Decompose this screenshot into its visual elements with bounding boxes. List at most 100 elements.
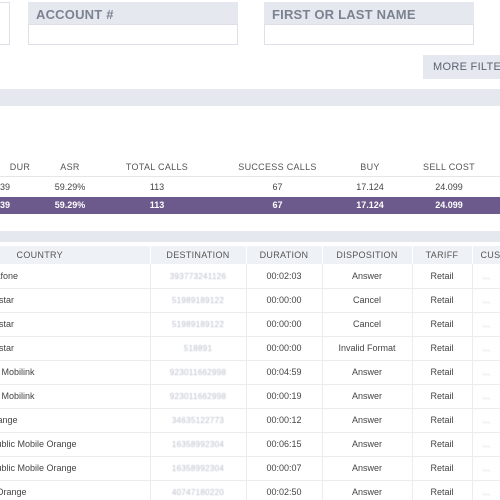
summary-header-success-calls: SUCCESS CALLS — [238, 162, 317, 172]
disposition-cell: Answer — [322, 264, 413, 289]
country-cell: Movistar — [0, 336, 151, 361]
table-row[interactable]: obile Mobilink 923011662998 00:04:59 Answer… — [0, 360, 500, 385]
duration-cell-text: 00:00:19 — [266, 391, 302, 401]
tariff-cell-text: Retail — [430, 367, 454, 377]
duration-cell-text: 00:02:50 — [266, 487, 302, 497]
account-number-input[interactable] — [28, 24, 238, 45]
total-success-calls: 67 — [272, 200, 283, 210]
summary-success-calls: 67 — [272, 182, 283, 192]
customer-cell-text: ... — [482, 295, 491, 305]
col-header-disposition[interactable]: DISPOSITION — [322, 246, 413, 264]
tariff-cell: Retail — [412, 480, 473, 500]
destination-cell-text: 16358992304 — [171, 464, 225, 473]
destination-cell: 393773241126 — [150, 264, 247, 289]
table-row[interactable]: Movistar 518891 00:00:00 Invalid Format Reta… — [0, 336, 500, 361]
duration-cell: 00:00:00 — [246, 336, 323, 361]
duration-cell-text: 00:06:15 — [266, 439, 302, 449]
table-row[interactable]: Republic Mobile Orange 16358992304 00:06:1… — [0, 432, 500, 457]
duration-cell: 00:00:19 — [246, 384, 323, 409]
duration-cell: 00:00:00 — [246, 312, 323, 337]
country-cell: obile Mobilink — [0, 360, 151, 385]
table-row[interactable]: bile Orange 40747180220 00:02:50 Answer Reta… — [0, 480, 500, 500]
disposition-cell: Answer — [322, 432, 413, 457]
country-cell: Movistar — [0, 312, 151, 337]
name-input[interactable] — [264, 24, 474, 45]
destination-cell: 16358992304 — [150, 432, 247, 457]
country-cell: Republic Mobile Orange — [0, 456, 151, 481]
duration-cell-text: 00:04:59 — [266, 367, 302, 377]
country-cell: Republic Mobile Orange — [0, 432, 151, 457]
disposition-cell-text: Answer — [351, 487, 382, 497]
table-row[interactable]: obile Mobilink 923011662998 00:00:19 Answer… — [0, 384, 500, 409]
country-cell-text: Republic Mobile Orange — [0, 463, 77, 473]
destination-cell-text: 51989189122 — [171, 296, 225, 305]
tariff-cell: Retail — [412, 312, 473, 337]
country-cell-text: Vodafone — [0, 270, 19, 281]
disposition-cell-text: Answer — [351, 439, 382, 449]
duration-cell-text: 00:00:00 — [266, 319, 302, 329]
account-filter-label: ACCOUNT # — [28, 2, 238, 24]
customer-cell-text: ... — [482, 487, 491, 497]
summary-header-buy: BUY — [360, 162, 380, 172]
col-header-duration[interactable]: DURATION — [246, 246, 323, 264]
disposition-cell: Invalid Format — [322, 336, 413, 361]
customer-cell: ... — [472, 264, 500, 289]
country-cell-text: Movistar — [0, 295, 15, 305]
summary-row: 39 59.29% 113 67 17.124 24.099 — [0, 176, 500, 196]
customer-cell-text: ... — [482, 270, 491, 281]
duration-cell: 00:02:50 — [246, 480, 323, 500]
country-cell: Vodafone — [0, 264, 151, 289]
tariff-cell-text: Retail — [430, 391, 454, 401]
tariff-cell-text: Retail — [430, 319, 454, 329]
col-header-cus[interactable]: CUS — [472, 246, 500, 264]
disposition-cell: Answer — [322, 360, 413, 385]
destination-cell: 923011662998 — [150, 384, 247, 409]
disposition-cell-text: Answer — [351, 463, 382, 473]
disposition-cell: Cancel — [322, 288, 413, 313]
table-row[interactable]: e Orange 34635122773 00:00:12 Answer Retail.… — [0, 408, 500, 433]
col-header-country[interactable]: COUNTRY — [0, 246, 151, 264]
table-row[interactable]: Movistar 51989189122 00:00:00 Cancel Retail.… — [0, 312, 500, 337]
total-sell-cost: 24.099 — [435, 200, 463, 210]
total-asr: 59.29% — [54, 200, 86, 210]
customer-cell-text: ... — [482, 463, 491, 473]
destination-cell-text: 16358992304 — [171, 440, 225, 449]
tariff-cell: Retail — [412, 264, 473, 289]
duration-cell: 00:02:03 — [246, 264, 323, 289]
col-header-destination[interactable]: DESTINATION — [150, 246, 247, 264]
destination-cell-text: 923011662998 — [169, 392, 227, 401]
calls-table-header: COUNTRY DESTINATION DURATION DISPOSITION… — [0, 246, 500, 264]
table-row[interactable]: Vodafone 393773241126 00:02:03 Answer Retail… — [0, 264, 500, 289]
table-row[interactable]: Republic Mobile Orange 16358992304 00:00:0… — [0, 456, 500, 481]
customer-cell: ... — [472, 312, 500, 337]
summary-buy: 17.124 — [356, 182, 384, 192]
customer-cell: ... — [472, 408, 500, 433]
duration-cell: 00:04:59 — [246, 360, 323, 385]
destination-cell: 16358992304 — [150, 456, 247, 481]
duration-cell: 00:00:12 — [246, 408, 323, 433]
disposition-cell: Answer — [322, 384, 413, 409]
section-divider-bar — [0, 231, 500, 242]
tariff-cell-text: Retail — [430, 439, 454, 449]
tariff-cell: Retail — [412, 288, 473, 313]
filter-field-partial[interactable] — [0, 2, 10, 45]
duration-cell: 00:06:15 — [246, 432, 323, 457]
customer-cell-text: ... — [482, 319, 491, 329]
col-header-tariff[interactable]: TARIFF — [412, 246, 473, 264]
tariff-cell-text: Retail — [430, 415, 454, 425]
tariff-cell-text: Retail — [430, 487, 454, 497]
customer-cell-text: ... — [482, 415, 491, 425]
tariff-cell-text: Retail — [430, 295, 454, 305]
tariff-cell: Retail — [412, 360, 473, 385]
destination-cell: 40747180220 — [150, 480, 247, 500]
summary-header-total-calls: TOTAL CALLS — [125, 162, 189, 172]
summary-asr: 59.29% — [54, 182, 86, 192]
disposition-cell: Answer — [322, 480, 413, 500]
more-filters-button[interactable]: MORE FILTER — [423, 55, 500, 79]
customer-cell: ... — [472, 480, 500, 500]
destination-cell-text: 34635122773 — [171, 416, 225, 425]
customer-cell-text: ... — [482, 391, 491, 401]
table-row[interactable]: Movistar 51989189122 00:00:00 Cancel Retail.… — [0, 288, 500, 313]
disposition-cell-text: Cancel — [352, 319, 381, 329]
country-cell-text: Republic Mobile Orange — [0, 439, 77, 449]
